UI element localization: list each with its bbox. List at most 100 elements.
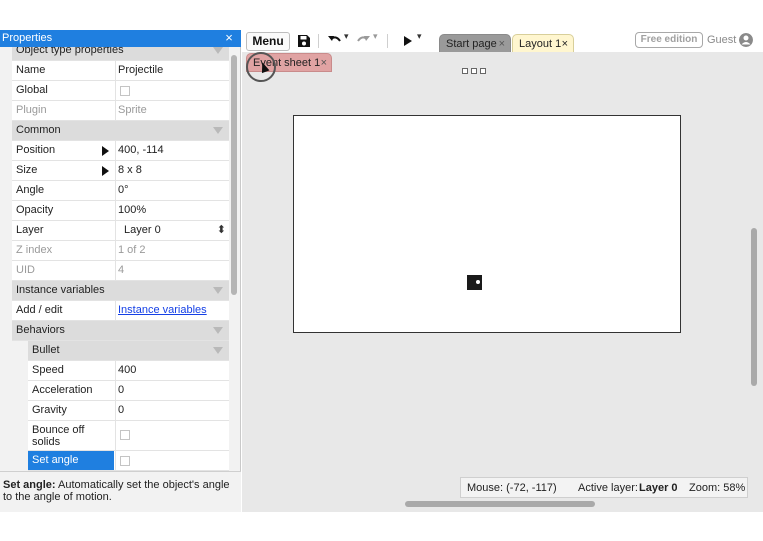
instance-variables-link[interactable]: Instance variables [118, 304, 207, 316]
status-bar: Mouse: (-72, -117) Active layer: Layer 0… [460, 477, 748, 498]
redo-icon[interactable] [355, 33, 371, 49]
properties-list: Object type properties Name Projectile G… [0, 47, 241, 471]
property-label: Gravity [32, 404, 67, 416]
property-row-zindex: Z index 1 of 2 [12, 241, 229, 261]
property-value[interactable]: 0° [115, 181, 229, 200]
property-label: Size [16, 164, 38, 176]
category-label: Common [16, 124, 61, 136]
tab-layout-1[interactable]: Layout 1 × [512, 34, 574, 53]
property-value[interactable]: 8 x 8 [115, 161, 229, 180]
property-value[interactable]: 400, -114 [115, 141, 229, 160]
property-label: Layer [16, 224, 44, 236]
property-value[interactable]: 0 [115, 381, 229, 400]
scrollbar-thumb[interactable] [751, 228, 757, 386]
property-label: Opacity [16, 204, 54, 216]
tab-label: Layout 1 [519, 38, 562, 50]
redo-dropdown-icon[interactable]: ▾ [373, 31, 378, 47]
description-title: Set angle: [3, 479, 56, 491]
editor-horizontal-scrollbar[interactable] [242, 499, 750, 509]
collapse-arrow-icon[interactable] [213, 327, 223, 334]
property-row-bounce-off-solids[interactable]: Bounce off solids [28, 421, 229, 451]
property-label: Set angle [28, 451, 114, 470]
close-icon[interactable]: × [223, 30, 235, 47]
collapse-arrow-icon[interactable] [213, 287, 223, 294]
layer-select-value: Layer 0 [124, 224, 161, 236]
property-value[interactable]: Projectile [115, 61, 229, 80]
editor-vertical-scrollbar[interactable] [750, 52, 760, 497]
tab-label: Start page [446, 38, 497, 50]
property-label: Position [16, 144, 56, 156]
property-value-cell [115, 81, 229, 100]
category-instance-variables[interactable]: Instance variables [12, 281, 229, 301]
properties-titlebar: Properties × [0, 30, 241, 47]
property-row-plugin: Plugin Sprite [12, 101, 229, 121]
set-angle-checkbox[interactable] [120, 456, 130, 466]
close-icon[interactable]: × [499, 35, 505, 53]
category-label: Behaviors [16, 324, 65, 336]
property-value[interactable]: 400 [115, 361, 229, 380]
property-value-cell [115, 451, 229, 470]
free-edition-badge[interactable]: Free edition [635, 32, 703, 48]
toolbar-separator [387, 34, 388, 48]
property-row-angle[interactable]: Angle 0° [12, 181, 229, 201]
user-avatar-icon[interactable] [739, 33, 753, 47]
play-dropdown-icon[interactable]: ▾ [417, 31, 422, 47]
property-row-gravity[interactable]: Gravity 0 [28, 401, 229, 421]
property-label: UID [16, 264, 35, 276]
property-value[interactable]: 0 [115, 401, 229, 420]
property-value: Sprite [115, 101, 229, 120]
user-label[interactable]: Guest [707, 33, 736, 47]
property-value-cell [115, 421, 229, 450]
property-row-set-angle[interactable]: Set angle [28, 451, 229, 471]
category-common[interactable]: Common [12, 121, 229, 141]
property-row-name[interactable]: Name Projectile [12, 61, 229, 81]
collapse-arrow-icon[interactable] [213, 347, 223, 354]
property-row-uid: UID 4 [12, 261, 229, 281]
close-icon[interactable]: × [321, 54, 327, 72]
property-row-acceleration[interactable]: Acceleration 0 [28, 381, 229, 401]
resize-handle[interactable] [480, 68, 486, 74]
scrollbar-thumb[interactable] [405, 501, 595, 507]
category-bullet[interactable]: Bullet [28, 341, 229, 361]
resize-handle[interactable] [471, 68, 477, 74]
menu-button[interactable]: Menu [246, 32, 290, 51]
scrollbar-thumb[interactable] [231, 55, 237, 295]
tab-start-page[interactable]: Start page × [439, 34, 511, 53]
property-description: Set angle: Automatically set the object'… [0, 471, 241, 512]
property-label: Acceleration [32, 384, 93, 396]
property-row-speed[interactable]: Speed 400 [28, 361, 229, 381]
layout-canvas[interactable] [293, 115, 681, 333]
category-object-type-properties[interactable]: Object type properties [12, 47, 229, 61]
save-icon[interactable] [297, 33, 311, 49]
property-row-layer[interactable]: Layer Layer 0 ⬍ [12, 221, 229, 241]
property-value[interactable]: 100% [115, 201, 229, 220]
property-row-opacity[interactable]: Opacity 100% [12, 201, 229, 221]
expand-triangle-icon[interactable] [102, 146, 109, 156]
resize-handle[interactable] [462, 68, 468, 74]
category-behaviors[interactable]: Behaviors [12, 321, 229, 341]
main-toolbar: Menu ▾ ▾ ▾ Start page × Layout 1 × Free … [242, 30, 763, 53]
property-label: Z index [16, 244, 53, 256]
undo-icon[interactable] [327, 33, 343, 49]
play-icon[interactable] [402, 33, 414, 49]
property-label: Name [16, 64, 46, 76]
projectile-sprite[interactable] [467, 275, 482, 290]
bounce-off-solids-checkbox[interactable] [120, 430, 130, 440]
selection-handles[interactable] [462, 68, 488, 76]
layer-select[interactable]: Layer 0 ⬍ [115, 221, 229, 240]
close-icon[interactable]: × [562, 35, 568, 53]
undo-dropdown-icon[interactable]: ▾ [344, 31, 349, 47]
property-row-global[interactable]: Global [12, 81, 229, 101]
global-checkbox[interactable] [120, 86, 130, 96]
collapse-arrow-icon[interactable] [213, 127, 223, 134]
property-value: 1 of 2 [115, 241, 229, 260]
category-label: Object type properties [16, 47, 124, 56]
toolbar-separator [318, 34, 319, 48]
expand-triangle-icon[interactable] [102, 166, 109, 176]
property-row-size[interactable]: Size 8 x 8 [12, 161, 229, 181]
properties-scrollbar[interactable] [230, 47, 238, 471]
collapse-arrow-icon[interactable] [213, 47, 223, 54]
property-row-position[interactable]: Position 400, -114 [12, 141, 229, 161]
property-label: Global [16, 84, 48, 96]
active-layer-label: Active layer: [578, 482, 638, 494]
